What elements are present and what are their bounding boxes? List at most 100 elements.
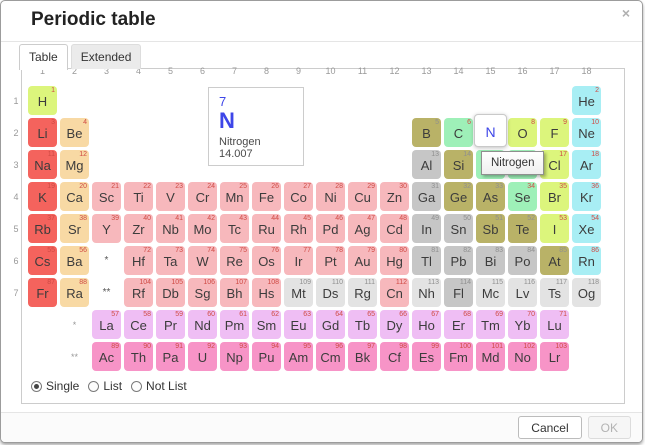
option-list[interactable]: List (88, 379, 122, 393)
element-cell-ni[interactable]: 28Ni (316, 182, 345, 211)
element-cell-f[interactable]: 9F (540, 118, 569, 147)
element-cell-ds[interactable]: 110Ds (316, 278, 345, 307)
element-cell-ca[interactable]: 20Ca (60, 182, 89, 211)
element-cell-md[interactable]: 101Md (476, 342, 505, 371)
element-cell-tl[interactable]: 81Tl (412, 246, 441, 275)
element-cell-tm[interactable]: 69Tm (476, 310, 505, 339)
element-cell-po[interactable]: 84Po (508, 246, 537, 275)
element-cell-nh[interactable]: 113Nh (412, 278, 441, 307)
element-cell-cn[interactable]: 112Cn (380, 278, 409, 307)
element-cell-li[interactable]: 3Li (28, 118, 57, 147)
element-cell-am[interactable]: 95Am (284, 342, 313, 371)
element-cell-as[interactable]: 33As (476, 182, 505, 211)
element-cell-cu[interactable]: 29Cu (348, 182, 377, 211)
element-cell-rn[interactable]: 86Rn (572, 246, 601, 275)
element-cell-fm[interactable]: 100Fm (444, 342, 473, 371)
element-cell-c[interactable]: 6C (444, 118, 473, 147)
element-cell-hg[interactable]: 80Hg (380, 246, 409, 275)
element-cell-lv[interactable]: 116Lv (508, 278, 537, 307)
element-cell-al[interactable]: 13Al (412, 150, 441, 179)
element-cell-ru[interactable]: 44Ru (252, 214, 281, 243)
radio-not-list[interactable] (131, 381, 142, 392)
element-cell-pu[interactable]: 94Pu (252, 342, 281, 371)
element-cell-zn[interactable]: 30Zn (380, 182, 409, 211)
element-cell-o[interactable]: 8O (508, 118, 537, 147)
element-cell-pa[interactable]: 91Pa (156, 342, 185, 371)
element-cell-pt[interactable]: 78Pt (316, 246, 345, 275)
element-cell-he[interactable]: 2He (572, 86, 601, 115)
element-cell-be[interactable]: 4Be (60, 118, 89, 147)
element-cell-la[interactable]: 57La (92, 310, 121, 339)
tab-extended[interactable]: Extended (71, 44, 142, 69)
element-cell-nb[interactable]: 41Nb (156, 214, 185, 243)
element-cell-au[interactable]: 79Au (348, 246, 377, 275)
element-cell-k[interactable]: 19K (28, 182, 57, 211)
element-cell-tc[interactable]: 43Tc (220, 214, 249, 243)
element-cell-se[interactable]: 34Se (508, 182, 537, 211)
element-cell-sc[interactable]: 21Sc (92, 182, 121, 211)
element-cell-zr[interactable]: 40Zr (124, 214, 153, 243)
element-cell-cd[interactable]: 48Cd (380, 214, 409, 243)
element-cell-te[interactable]: 52Te (508, 214, 537, 243)
element-cell-ag[interactable]: 47Ag (348, 214, 377, 243)
element-cell-mg[interactable]: 12Mg (60, 150, 89, 179)
element-cell-lu[interactable]: 71Lu (540, 310, 569, 339)
element-cell-hs[interactable]: 108Hs (252, 278, 281, 307)
element-cell-cs[interactable]: 55Cs (28, 246, 57, 275)
element-cell-np[interactable]: 93Np (220, 342, 249, 371)
element-cell-ce[interactable]: 58Ce (124, 310, 153, 339)
element-cell-cm[interactable]: 96Cm (316, 342, 345, 371)
element-cell-h[interactable]: 1H (28, 86, 57, 115)
element-cell-ba[interactable]: 56Ba (60, 246, 89, 275)
element-cell-db[interactable]: 105Db (156, 278, 185, 307)
element-cell-at[interactable]: 85At (540, 246, 569, 275)
element-cell-b[interactable]: 5B (412, 118, 441, 147)
element-cell-bh[interactable]: 107Bh (220, 278, 249, 307)
element-cell-kr[interactable]: 36Kr (572, 182, 601, 211)
element-cell-pm[interactable]: 61Pm (220, 310, 249, 339)
element-cell-w[interactable]: 74W (188, 246, 217, 275)
element-cell-no[interactable]: 102No (508, 342, 537, 371)
tab-table[interactable]: Table (19, 44, 68, 70)
element-cell-sm[interactable]: 62Sm (252, 310, 281, 339)
radio-single[interactable] (31, 381, 42, 392)
element-cell-sr[interactable]: 38Sr (60, 214, 89, 243)
element-cell-u[interactable]: 92U (188, 342, 217, 371)
element-cell-mn[interactable]: 25Mn (220, 182, 249, 211)
element-cell-xe[interactable]: 54Xe (572, 214, 601, 243)
element-cell-rh[interactable]: 45Rh (284, 214, 313, 243)
element-cell-ta[interactable]: 73Ta (156, 246, 185, 275)
element-cell-br[interactable]: 35Br (540, 182, 569, 211)
element-cell-pr[interactable]: 59Pr (156, 310, 185, 339)
element-cell-lr[interactable]: 103Lr (540, 342, 569, 371)
option-single[interactable]: Single (31, 379, 79, 393)
element-cell-fl[interactable]: 114Fl (444, 278, 473, 307)
element-cell-ti[interactable]: 22Ti (124, 182, 153, 211)
element-cell-co[interactable]: 27Co (284, 182, 313, 211)
element-cell-nd[interactable]: 60Nd (188, 310, 217, 339)
element-cell-i[interactable]: 53I (540, 214, 569, 243)
element-cell-rf[interactable]: 104Rf (124, 278, 153, 307)
element-cell-th[interactable]: 90Th (124, 342, 153, 371)
element-cell-ar[interactable]: 18Ar (572, 150, 601, 179)
option-not-list[interactable]: Not List (131, 379, 187, 393)
element-cell-fe[interactable]: 26Fe (252, 182, 281, 211)
element-cell-ga[interactable]: 31Ga (412, 182, 441, 211)
element-cell-sg[interactable]: 106Sg (188, 278, 217, 307)
element-cell-mo[interactable]: 42Mo (188, 214, 217, 243)
element-cell-hf[interactable]: 72Hf (124, 246, 153, 275)
element-cell-na[interactable]: 11Na (28, 150, 57, 179)
element-cell-er[interactable]: 68Er (444, 310, 473, 339)
element-cell-si[interactable]: 14Si (444, 150, 473, 179)
element-cell-rg[interactable]: 111Rg (348, 278, 377, 307)
element-cell-re[interactable]: 75Re (220, 246, 249, 275)
element-cell-ts[interactable]: 117Ts (540, 278, 569, 307)
element-cell-tb[interactable]: 65Tb (348, 310, 377, 339)
element-cell-eu[interactable]: 63Eu (284, 310, 313, 339)
element-cell-n[interactable]: N (474, 114, 507, 147)
element-cell-os[interactable]: 76Os (252, 246, 281, 275)
element-cell-ac[interactable]: 89Ac (92, 342, 121, 371)
element-cell-rb[interactable]: 37Rb (28, 214, 57, 243)
element-cell-mc[interactable]: 115Mc (476, 278, 505, 307)
element-cell-gd[interactable]: 64Gd (316, 310, 345, 339)
